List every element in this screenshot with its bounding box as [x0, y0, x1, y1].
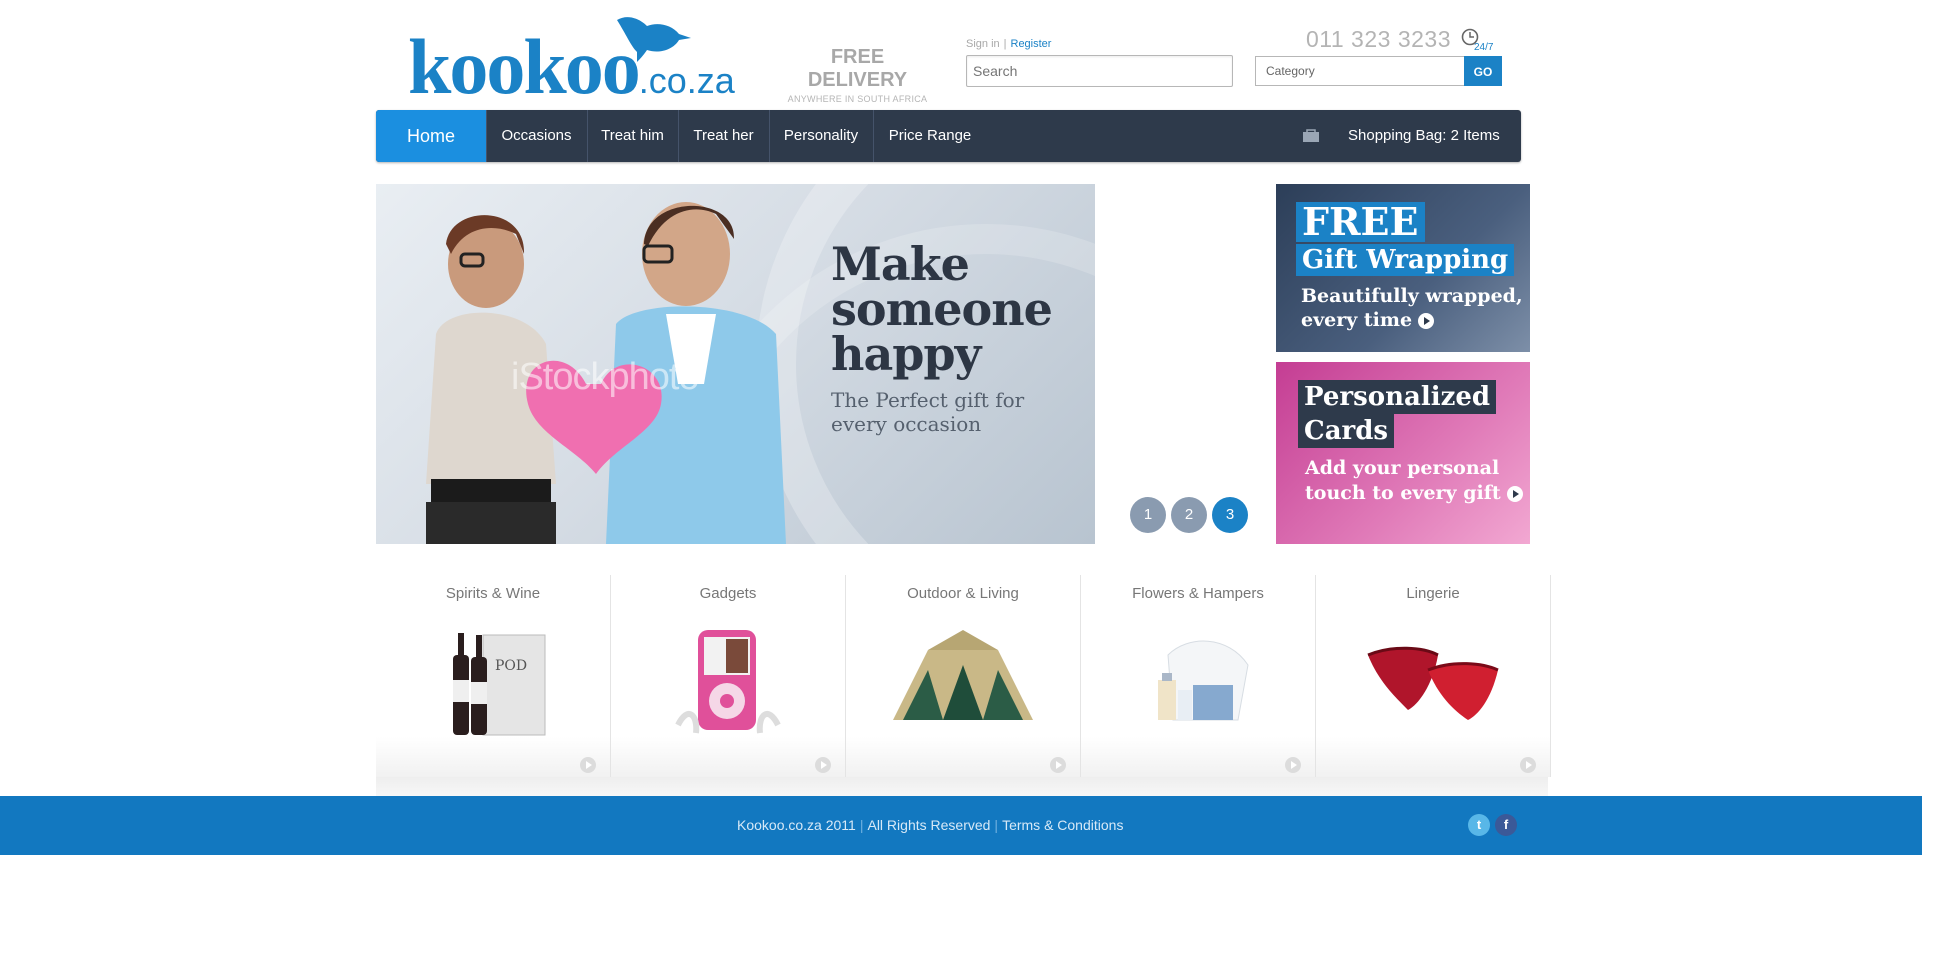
- promo-tags: FREE Gift Wrapping: [1296, 202, 1515, 276]
- promo-tag-personalized: Personalized: [1298, 380, 1497, 414]
- nav-treat-her[interactable]: Treat her: [678, 110, 770, 162]
- terms-link[interactable]: Terms & Conditions: [1002, 817, 1123, 833]
- gift-wrapping-promo[interactable]: FREE Gift Wrapping Beautifully wrapped, …: [1276, 184, 1530, 352]
- auth-separator: |: [1003, 38, 1007, 50]
- category-label[interactable]: Flowers & Hampers: [1081, 585, 1315, 602]
- nav-occasions[interactable]: Occasions: [486, 110, 588, 162]
- hero-subtitle: The Perfect gift for every occasion: [831, 388, 1024, 436]
- category-lingerie[interactable]: Lingerie: [1316, 575, 1551, 777]
- auth-links: Sign in | Register: [966, 38, 1051, 50]
- personalized-cards-promo[interactable]: Personalized Cards Add your personal tou…: [1276, 362, 1530, 544]
- promo-text: Beautifully wrapped, every time: [1301, 284, 1523, 332]
- category-spirits-wine[interactable]: Spirits & Wine POD: [376, 575, 611, 777]
- logo-text: kookoo.co.za: [408, 28, 735, 106]
- slide-dot-2[interactable]: 2: [1171, 497, 1207, 533]
- promo-tag-gift-wrapping: Gift Wrapping: [1296, 244, 1515, 276]
- arrow-right-icon[interactable]: [1050, 757, 1066, 773]
- category-strip: Spirits & Wine POD Gadgets Outdoor & Liv…: [376, 575, 1551, 796]
- category-select[interactable]: Category: [1255, 56, 1465, 86]
- slide-dot-3[interactable]: 3: [1212, 497, 1248, 533]
- slide-dot-1[interactable]: 1: [1130, 497, 1166, 533]
- promo-text-line: Beautifully wrapped,: [1301, 285, 1523, 307]
- main-nav: Home Occasions Treat him Treat her Perso…: [376, 110, 1521, 162]
- hero-title-line: someone: [831, 282, 1053, 336]
- sign-in-link[interactable]: Sign in: [966, 38, 1000, 50]
- hero-subtitle-line: every occasion: [831, 412, 982, 436]
- promo-text-line: touch to every gift: [1305, 482, 1501, 504]
- svg-text:POD: POD: [495, 658, 527, 674]
- category-label[interactable]: Gadgets: [611, 585, 845, 602]
- category-outdoor-living[interactable]: Outdoor & Living: [846, 575, 1081, 777]
- search-input[interactable]: [966, 55, 1233, 87]
- phone-number: 011 323 3233: [1306, 26, 1451, 52]
- category-flowers-hampers[interactable]: Flowers & Hampers: [1081, 575, 1316, 777]
- footer-links: Kookoo.co.za 2011 | All Rights Reserved | Te…: [737, 817, 1123, 833]
- copyright-text: Kookoo.co.za 2011: [737, 817, 856, 833]
- promo-tag-cards: Cards: [1298, 414, 1395, 448]
- footer-separator: |: [994, 817, 999, 833]
- hero-banner[interactable]: iStockphoto Make someone happy The Perfe…: [376, 184, 1095, 544]
- logo-main: kookoo: [408, 23, 641, 110]
- arrow-right-icon[interactable]: [580, 757, 596, 773]
- arrow-right-icon[interactable]: [1418, 313, 1435, 329]
- hero-title-line: happy: [831, 327, 981, 381]
- facebook-icon[interactable]: f: [1495, 814, 1517, 836]
- promo-text: Add your personal touch to every gift: [1305, 456, 1523, 506]
- nav-price-range[interactable]: Price Range: [873, 110, 987, 162]
- category-strip-footer: [376, 777, 1548, 796]
- logo-tld: .co.za: [638, 60, 735, 101]
- tent-icon: [893, 630, 1033, 720]
- register-link[interactable]: Register: [1011, 38, 1052, 50]
- arrow-right-icon[interactable]: [1520, 757, 1536, 773]
- nav-personality[interactable]: Personality: [769, 110, 874, 162]
- hamper-icon: [1158, 640, 1249, 721]
- rights-text: All Rights Reserved: [867, 817, 991, 833]
- stock-watermark: iStockphoto: [511, 356, 700, 398]
- promo-text-line: Add your personal: [1305, 457, 1500, 479]
- footer: Kookoo.co.za 2011 | All Rights Reserved | Te…: [0, 796, 1922, 855]
- nav-treat-him[interactable]: Treat him: [587, 110, 679, 162]
- category-label[interactable]: Outdoor & Living: [846, 585, 1080, 602]
- free-delivery-banner: FREE DELIVERY ANYWHERE IN SOUTH AFRICA: [780, 46, 935, 104]
- category-label[interactable]: Lingerie: [1316, 585, 1550, 602]
- wine-bottles-icon: POD: [453, 633, 546, 736]
- hero-subtitle-line: The Perfect gift for: [831, 388, 1025, 412]
- kookoo-logo[interactable]: kookoo.co.za: [408, 10, 735, 106]
- delivery-subtitle: ANYWHERE IN SOUTH AFRICA: [787, 94, 928, 104]
- arrow-right-icon[interactable]: [815, 757, 831, 773]
- delivery-title: FREE DELIVERY: [807, 46, 908, 91]
- promo-text-line: every time: [1301, 309, 1413, 331]
- shopping-bag-link[interactable]: Shopping Bag: 2 Items: [1348, 110, 1500, 162]
- footer-separator: |: [859, 817, 864, 833]
- twitter-icon[interactable]: t: [1468, 814, 1490, 836]
- mp3-player-icon: [675, 630, 781, 734]
- arrow-right-icon[interactable]: [1506, 486, 1523, 502]
- category-label[interactable]: Spirits & Wine: [376, 585, 610, 602]
- promo-tag-free: FREE: [1296, 202, 1425, 242]
- go-button[interactable]: GO: [1464, 56, 1502, 86]
- hero-title: Make someone happy: [831, 237, 1053, 381]
- arrow-right-icon[interactable]: [1285, 757, 1301, 773]
- promo-tags: Personalized Cards: [1298, 380, 1497, 448]
- category-gadgets[interactable]: Gadgets: [611, 575, 846, 777]
- hero-title-line: Make: [831, 237, 970, 291]
- clock-24-7-icon: 24/7: [1461, 28, 1494, 52]
- shopping-bag-icon[interactable]: [1302, 128, 1320, 142]
- nav-home[interactable]: Home: [376, 110, 487, 162]
- lingerie-icon: [1367, 646, 1499, 720]
- hours-badge: 24/7: [1474, 42, 1494, 52]
